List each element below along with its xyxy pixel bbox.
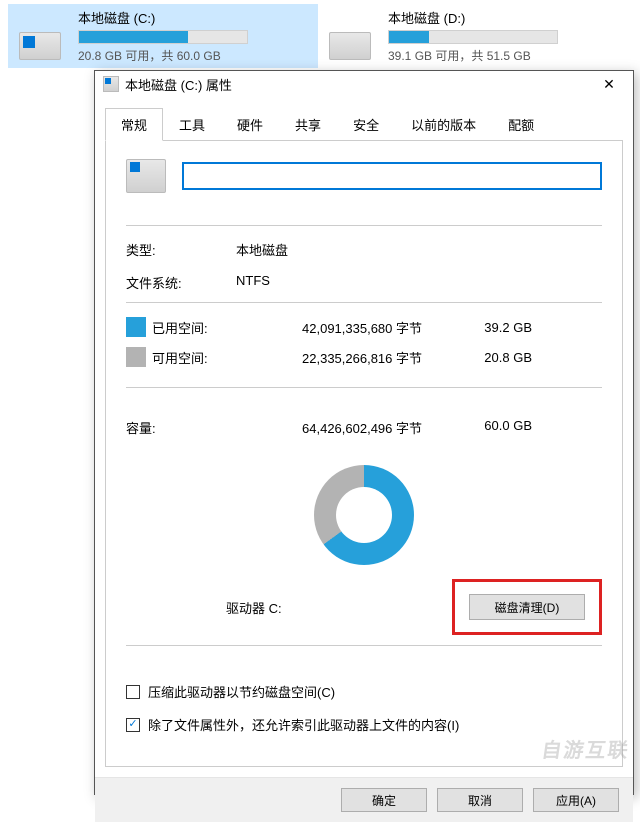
drive-label: 本地磁盘 (C:)	[78, 8, 314, 27]
used-label: 已用空间:	[152, 318, 252, 337]
filesystem-label: 文件系统:	[126, 273, 236, 292]
donut-chart-icon	[314, 465, 414, 565]
tab-general[interactable]: 常规	[105, 108, 163, 141]
free-gb: 20.8 GB	[452, 350, 532, 365]
volume-label-input[interactable]	[182, 162, 602, 190]
dialog-title: 本地磁盘 (C:) 属性	[125, 75, 589, 94]
drive-icon	[12, 12, 68, 60]
drive-item-d[interactable]: 本地磁盘 (D:) 39.1 GB 可用，共 51.5 GB	[318, 4, 628, 68]
properties-dialog: 本地磁盘 (C:) 属性 ✕ 常规 工具 硬件 共享 安全 以前的版本 配额 类…	[94, 70, 634, 795]
divider	[126, 387, 602, 388]
drive-info: 本地磁盘 (D:) 39.1 GB 可用，共 51.5 GB	[388, 8, 624, 64]
used-gb: 39.2 GB	[452, 320, 532, 335]
drive-item-c[interactable]: 本地磁盘 (C:) 20.8 GB 可用，共 60.0 GB	[8, 4, 318, 68]
compress-label: 压缩此驱动器以节约磁盘空间(C)	[148, 682, 335, 701]
type-label: 类型:	[126, 240, 236, 259]
drive-list: 本地磁盘 (C:) 20.8 GB 可用，共 60.0 GB 本地磁盘 (D:)…	[0, 0, 640, 68]
drive-icon	[103, 76, 119, 92]
tabstrip: 常规 工具 硬件 共享 安全 以前的版本 配额	[95, 97, 633, 140]
disk-cleanup-button[interactable]: 磁盘清理(D)	[469, 594, 585, 620]
drive-usage-bar	[388, 30, 558, 44]
used-space-row: 已用空间: 42,091,335,680 字节 39.2 GB	[126, 317, 602, 337]
divider	[126, 302, 602, 303]
free-bytes: 22,335,266,816 字节	[252, 348, 452, 367]
drive-status: 39.1 GB 可用，共 51.5 GB	[388, 47, 624, 64]
drive-usage-bar	[78, 30, 248, 44]
drive-letter-label: 驱动器 C:	[226, 598, 282, 617]
drive-label: 本地磁盘 (D:)	[388, 8, 624, 27]
tab-quota[interactable]: 配额	[492, 108, 550, 141]
free-label: 可用空间:	[152, 348, 252, 367]
usage-chart	[126, 465, 602, 565]
tab-content-general: 类型: 本地磁盘 文件系统: NTFS 已用空间: 42,091,335,680…	[105, 140, 623, 767]
capacity-row: 容量: 64,426,602,496 字节 60.0 GB	[126, 418, 602, 437]
drive-info: 本地磁盘 (C:) 20.8 GB 可用，共 60.0 GB	[78, 8, 314, 64]
tab-hardware[interactable]: 硬件	[221, 108, 279, 141]
tab-previous[interactable]: 以前的版本	[395, 108, 492, 141]
index-label: 除了文件属性外，还允许索引此驱动器上文件的内容(I)	[148, 715, 459, 734]
drive-status: 20.8 GB 可用，共 60.0 GB	[78, 47, 314, 64]
type-value: 本地磁盘	[236, 240, 602, 259]
close-button[interactable]: ✕	[589, 71, 629, 97]
tab-security[interactable]: 安全	[337, 108, 395, 141]
cancel-button[interactable]: 取消	[437, 788, 523, 812]
capacity-label: 容量:	[126, 418, 252, 437]
apply-button[interactable]: 应用(A)	[533, 788, 619, 812]
divider	[126, 645, 602, 646]
drive-icon	[322, 12, 378, 60]
ok-button[interactable]: 确定	[341, 788, 427, 812]
dialog-titlebar[interactable]: 本地磁盘 (C:) 属性 ✕	[95, 71, 633, 97]
highlight-annotation: 磁盘清理(D)	[452, 579, 602, 635]
dialog-button-row: 确定 取消 应用(A)	[95, 777, 633, 822]
free-swatch-icon	[126, 347, 146, 367]
capacity-bytes: 64,426,602,496 字节	[252, 418, 452, 437]
used-swatch-icon	[126, 317, 146, 337]
tab-tools[interactable]: 工具	[163, 108, 221, 141]
index-checkbox[interactable]: ✓	[126, 718, 140, 732]
divider	[126, 225, 602, 226]
free-space-row: 可用空间: 22,335,266,816 字节 20.8 GB	[126, 347, 602, 367]
filesystem-value: NTFS	[236, 273, 602, 292]
compress-checkbox[interactable]	[126, 685, 140, 699]
drive-icon	[126, 159, 166, 193]
tab-sharing[interactable]: 共享	[279, 108, 337, 141]
capacity-gb: 60.0 GB	[452, 418, 532, 437]
used-bytes: 42,091,335,680 字节	[252, 318, 452, 337]
